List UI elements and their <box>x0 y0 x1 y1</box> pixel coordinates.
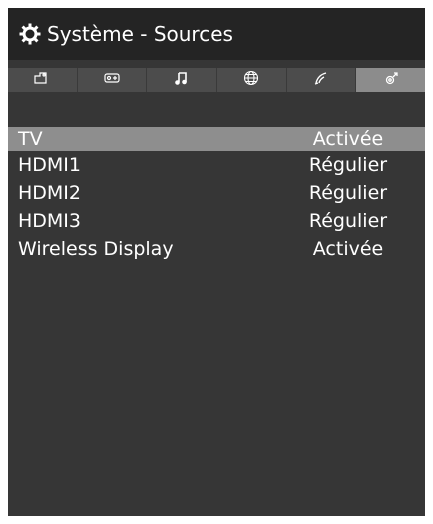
source-status[interactable]: Régulier <box>298 154 398 176</box>
source-row-hdmi1[interactable]: HDMI1 Régulier <box>8 151 425 179</box>
source-name: Wireless Display <box>18 238 174 260</box>
source-name: HDMI3 <box>18 210 82 232</box>
picture-icon <box>32 70 52 90</box>
system-icon <box>381 70 401 90</box>
source-row-hdmi3[interactable]: HDMI3 Régulier <box>8 207 425 235</box>
source-name: HDMI2 <box>18 182 82 204</box>
sources-menu-window: Système - Sources TV Activée HDMI1 Régul… <box>8 8 426 516</box>
tab-system[interactable] <box>356 68 426 92</box>
tab-sound-settings[interactable] <box>77 68 148 92</box>
source-row-wireless-display[interactable]: Wireless Display Activée <box>8 235 425 263</box>
sound-settings-icon <box>102 70 122 90</box>
page-title: Système - Sources <box>47 22 233 46</box>
source-row-tv[interactable]: TV Activée <box>8 127 425 151</box>
source-status[interactable]: Activée <box>298 238 398 260</box>
satellite-icon <box>311 70 331 90</box>
menu-tabs <box>8 68 426 92</box>
tab-picture[interactable] <box>8 68 78 92</box>
source-status[interactable]: Régulier <box>298 182 398 204</box>
menu-header: Système - Sources <box>8 8 425 60</box>
tab-satellite[interactable] <box>286 68 357 92</box>
gear-icon <box>19 23 41 45</box>
source-status[interactable]: Régulier <box>298 210 398 232</box>
sources-list: TV Activée HDMI1 Régulier HDMI2 Régulier… <box>8 127 425 263</box>
tab-music[interactable] <box>147 68 218 92</box>
source-status[interactable]: Activée <box>298 128 398 150</box>
music-note-icon <box>172 70 192 90</box>
source-name: HDMI1 <box>18 154 82 176</box>
source-name: TV <box>18 128 43 150</box>
tab-network[interactable] <box>217 68 287 92</box>
source-row-hdmi2[interactable]: HDMI2 Régulier <box>8 179 425 207</box>
globe-icon <box>241 70 261 90</box>
